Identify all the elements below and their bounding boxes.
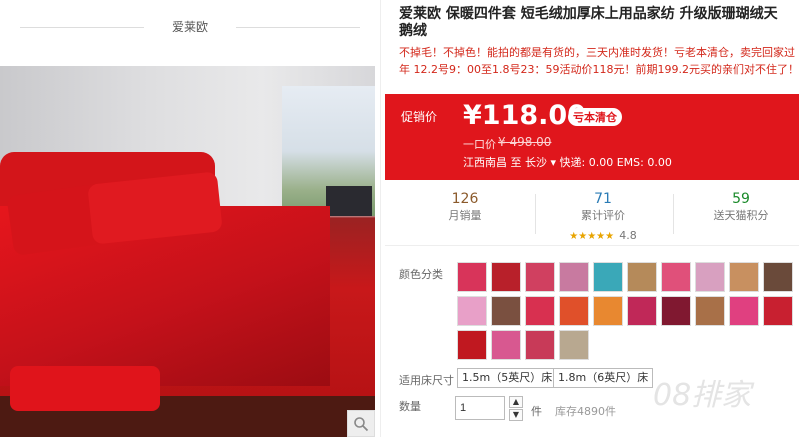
color-swatch[interactable] (525, 330, 555, 360)
quantity-decrease-button[interactable]: ▼ (509, 409, 523, 421)
rating-score: 4.8 (619, 229, 637, 242)
magnifier-icon (354, 416, 369, 431)
color-swatch[interactable] (491, 296, 521, 326)
color-swatch[interactable] (627, 262, 657, 292)
color-swatch[interactable] (627, 296, 657, 326)
stats-bar: 126 月销量 71 累计评价 ★★★★★ 4.8 59 送天猫积分 (385, 186, 799, 246)
gallery-column: 爱莱欧 (0, 0, 381, 437)
divider (673, 194, 674, 234)
color-swatch[interactable] (457, 262, 487, 292)
color-swatch[interactable] (559, 296, 589, 326)
ship-origin: 江西南昌 至 (463, 156, 522, 169)
color-swatch[interactable] (593, 262, 623, 292)
quantity-increase-button[interactable]: ▲ (509, 396, 523, 408)
color-swatch[interactable] (457, 330, 487, 360)
review-count[interactable]: 71 (543, 190, 663, 208)
stock-count: 库存4890件 (555, 405, 616, 418)
color-swatch[interactable] (695, 262, 725, 292)
product-image[interactable] (0, 66, 375, 437)
product-page: 爱莱欧 爱莱欧 保暖四件套 短毛绒加厚床上用品家纺 升级版珊瑚绒天 鹅绒 不掉毛… (0, 0, 799, 437)
divider (535, 194, 536, 234)
price-panel: 促销价 ¥118.00 亏本清仓 一口价 ¥ 498.00 江西南昌 至 长沙 … (385, 94, 799, 180)
color-swatch[interactable] (525, 262, 555, 292)
divider (236, 27, 360, 28)
color-swatch[interactable] (559, 262, 589, 292)
tmall-points: 59 送天猫积分 (681, 190, 799, 224)
color-swatch[interactable] (661, 262, 691, 292)
size-label: 适用床尺寸 (399, 374, 454, 387)
watermark: 08排家 (653, 378, 752, 413)
color-swatch[interactable] (695, 296, 725, 326)
quantity-input[interactable] (455, 396, 505, 420)
sales-label: 月销量 (448, 209, 482, 222)
divider (20, 27, 144, 28)
rating-stars: ★★★★★ (569, 231, 615, 242)
color-swatch[interactable] (729, 262, 759, 292)
clearance-badge: 亏本清仓 (568, 108, 622, 126)
size-option-1-5m[interactable]: 1.5m（5英尺）床 (457, 368, 558, 388)
color-swatch[interactable] (491, 330, 521, 360)
color-swatch[interactable] (661, 296, 691, 326)
shipping-fee: 快递: 0.00 EMS: 0.00 (559, 156, 672, 169)
color-swatch[interactable] (491, 262, 521, 292)
color-swatch[interactable] (525, 296, 555, 326)
size-option-1-8m[interactable]: 1.8m（6英尺）床 (553, 368, 654, 388)
color-swatch[interactable] (559, 330, 589, 360)
color-swatch[interactable] (729, 296, 759, 326)
shop-header: 爱莱欧 (0, 12, 381, 42)
quantity-label: 数量 (399, 400, 421, 413)
color-swatch[interactable] (763, 296, 793, 326)
color-swatch[interactable] (457, 296, 487, 326)
original-price: ¥ 498.00 (498, 135, 552, 149)
points-label: 送天猫积分 (713, 209, 769, 222)
price-label: 促销价 (401, 110, 438, 124)
promo-text: 不掉毛！不掉色！能拍的都是有货的，三天内准时发货！亏老本清仓，卖完回家过年 12… (399, 46, 799, 76)
image-chair (326, 186, 372, 216)
review-label: 累计评价 (581, 209, 625, 222)
monthly-sales: 126 月销量 (405, 190, 525, 224)
sales-count: 126 (451, 191, 479, 207)
destination-select[interactable]: 长沙 (525, 156, 547, 169)
color-swatch[interactable] (593, 296, 623, 326)
chevron-down-icon[interactable]: ▾ (547, 156, 560, 169)
image-cushion (10, 366, 160, 411)
points-value: 59 (732, 191, 750, 207)
color-swatch[interactable] (763, 262, 793, 292)
shipping-info: 江西南昌 至 长沙 ▾ 快递: 0.00 EMS: 0.00 (463, 154, 672, 170)
details-column: 爱莱欧 保暖四件套 短毛绒加厚床上用品家纺 升级版珊瑚绒天 鹅绒 不掉毛！不掉色… (385, 0, 799, 437)
original-price-label: 一口价 (463, 138, 496, 151)
reviews[interactable]: 71 累计评价 ★★★★★ 4.8 (543, 190, 663, 243)
quantity-unit: 件 (531, 405, 542, 418)
product-title: 爱莱欧 保暖四件套 短毛绒加厚床上用品家纺 升级版珊瑚绒天 (399, 6, 778, 22)
zoom-button[interactable] (347, 410, 375, 437)
color-label: 颜色分类 (399, 268, 443, 281)
product-title-cont: 鹅绒 (399, 23, 427, 39)
shop-name[interactable]: 爱莱欧 (150, 18, 230, 35)
